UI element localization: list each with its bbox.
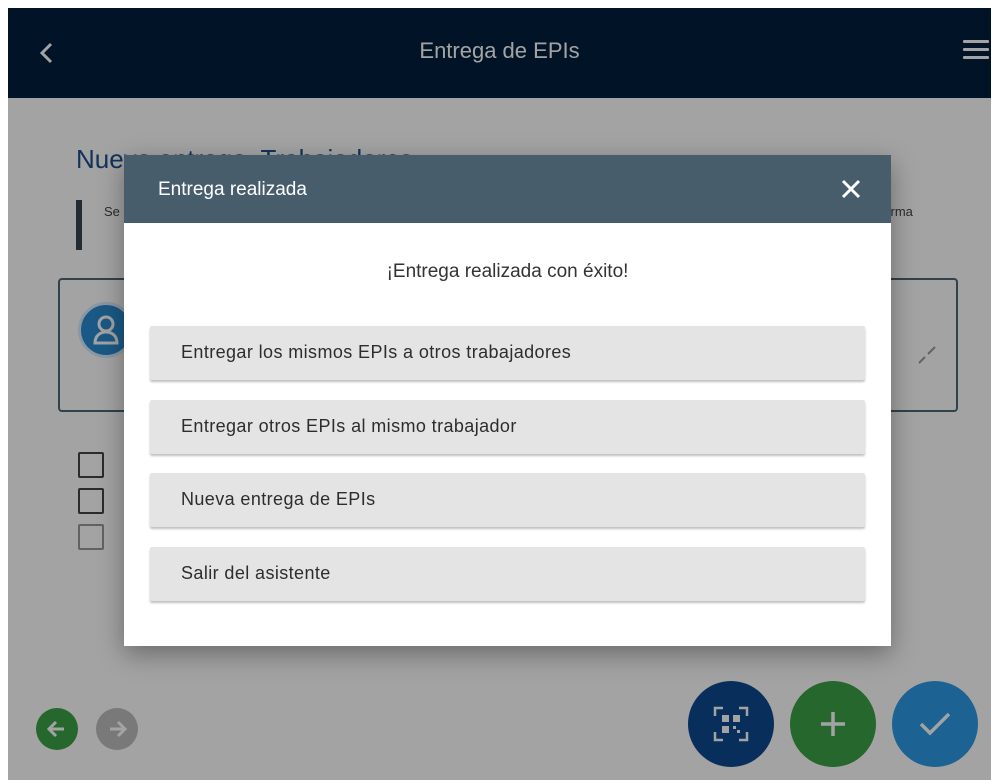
close-icon — [841, 179, 861, 199]
option-label: Nueva entrega de EPIs — [181, 489, 376, 509]
close-button[interactable] — [839, 177, 863, 201]
dialog-header: Entrega realizada — [124, 155, 891, 223]
delivery-done-dialog: Entrega realizada ¡Entrega realizada con… — [124, 155, 891, 646]
option-other-epis-same-worker[interactable]: Entregar otros EPIs al mismo trabajador — [150, 400, 865, 454]
option-label: Entregar otros EPIs al mismo trabajador — [181, 416, 517, 436]
option-same-epis-other-workers[interactable]: Entregar los mismos EPIs a otros trabaja… — [150, 326, 865, 380]
option-label: Salir del asistente — [181, 563, 331, 583]
option-exit-wizard[interactable]: Salir del asistente — [150, 547, 865, 601]
dialog-message: ¡Entrega realizada con éxito! — [386, 261, 629, 282]
dialog-title: Entrega realizada — [158, 179, 307, 200]
app-frame: Entrega de EPIs Nueva entrega. Trabajado… — [8, 8, 991, 780]
option-new-delivery[interactable]: Nueva entrega de EPIs — [150, 473, 865, 527]
option-label: Entregar los mismos EPIs a otros trabaja… — [181, 342, 572, 362]
